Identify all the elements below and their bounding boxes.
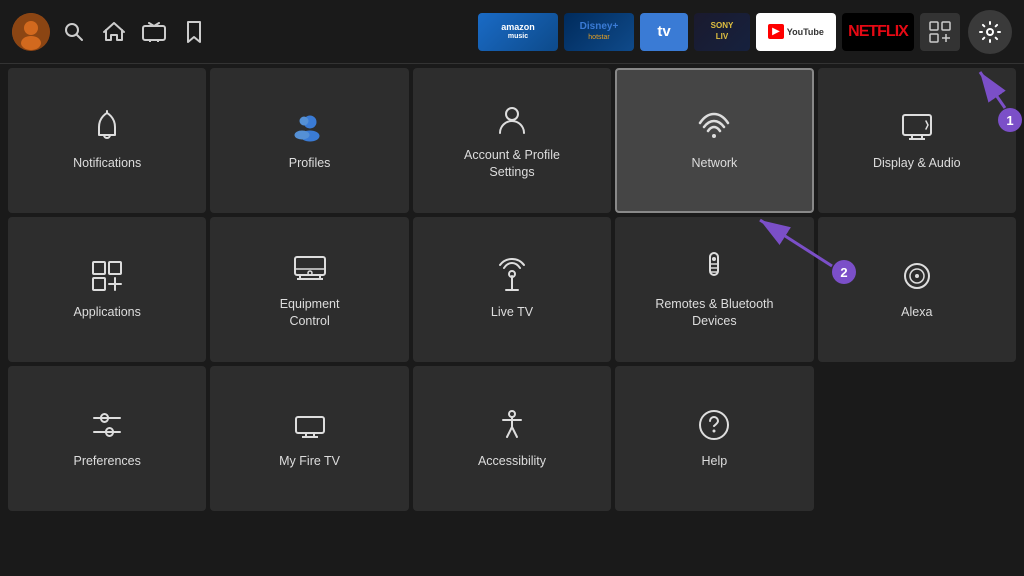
- settings-button[interactable]: [968, 10, 1012, 54]
- tile-my-fire-tv[interactable]: My Fire TV: [210, 366, 408, 511]
- search-icon[interactable]: [58, 16, 90, 48]
- tile-accessibility[interactable]: Accessibility: [413, 366, 611, 511]
- app-netflix[interactable]: NETFLIX: [842, 13, 914, 51]
- remotes-bluetooth-label: Remotes & Bluetooth Devices: [655, 296, 773, 329]
- alexa-icon: [899, 258, 935, 294]
- tile-display-audio[interactable]: Display & Audio: [818, 68, 1016, 213]
- app-youtube[interactable]: ▶ YouTube: [756, 13, 836, 51]
- equipment-control-label: Equipment Control: [280, 296, 340, 329]
- notifications-label: Notifications: [73, 155, 141, 171]
- my-fire-tv-label: My Fire TV: [279, 453, 340, 469]
- help-label: Help: [702, 453, 728, 469]
- tile-notifications[interactable]: Notifications: [8, 68, 206, 213]
- network-label: Network: [691, 155, 737, 171]
- app-sony-liv[interactable]: SONYLIV: [694, 13, 750, 51]
- wifi-icon: [696, 109, 732, 145]
- settings-grid: Notifications Profiles Account & Profile…: [0, 64, 1024, 515]
- tile-applications[interactable]: Applications: [8, 217, 206, 362]
- profiles-icon: [292, 109, 328, 145]
- bookmark-icon[interactable]: [178, 16, 210, 48]
- preferences-label: Preferences: [73, 453, 140, 469]
- tile-alexa[interactable]: Alexa: [818, 217, 1016, 362]
- sliders-icon: [89, 407, 125, 443]
- account-profile-settings-label: Account & Profile Settings: [464, 147, 560, 180]
- tile-live-tv[interactable]: Live TV: [413, 217, 611, 362]
- profiles-label: Profiles: [289, 155, 331, 171]
- display-icon: [899, 109, 935, 145]
- accessibility-label: Accessibility: [478, 453, 546, 469]
- monitor-icon: [292, 250, 328, 286]
- antenna-icon: [494, 258, 530, 294]
- tile-help[interactable]: Help: [615, 366, 813, 511]
- person-icon: [494, 101, 530, 137]
- tile-preferences[interactable]: Preferences: [8, 366, 206, 511]
- tile-profiles[interactable]: Profiles: [210, 68, 408, 213]
- fire-tv-icon: [292, 407, 328, 443]
- bell-icon: [89, 109, 125, 145]
- live-tv-label: Live TV: [491, 304, 533, 320]
- tile-remotes-bluetooth[interactable]: Remotes & Bluetooth Devices: [615, 217, 813, 362]
- applications-label: Applications: [73, 304, 140, 320]
- app-amazon-music[interactable]: amazon music: [478, 13, 558, 51]
- app-disney-hotstar[interactable]: Disney+ hotstar: [564, 13, 634, 51]
- app-grid-icon[interactable]: [920, 13, 960, 51]
- tile-account-profile-settings[interactable]: Account & Profile Settings: [413, 68, 611, 213]
- display-audio-label: Display & Audio: [873, 155, 961, 171]
- home-icon[interactable]: [98, 16, 130, 48]
- accessibility-icon: [494, 407, 530, 443]
- tile-equipment-control[interactable]: Equipment Control: [210, 217, 408, 362]
- remote-icon: [696, 250, 732, 286]
- alexa-label: Alexa: [901, 304, 932, 320]
- help-icon: [696, 407, 732, 443]
- nav-apps: amazon music Disney+ hotstar tv SONYLIV …: [478, 13, 960, 51]
- tv-icon[interactable]: [138, 16, 170, 48]
- avatar[interactable]: [12, 13, 50, 51]
- app-tv[interactable]: tv: [640, 13, 688, 51]
- apps-icon: [89, 258, 125, 294]
- navbar: amazon music Disney+ hotstar tv SONYLIV …: [0, 0, 1024, 64]
- tile-network[interactable]: Network: [615, 68, 813, 213]
